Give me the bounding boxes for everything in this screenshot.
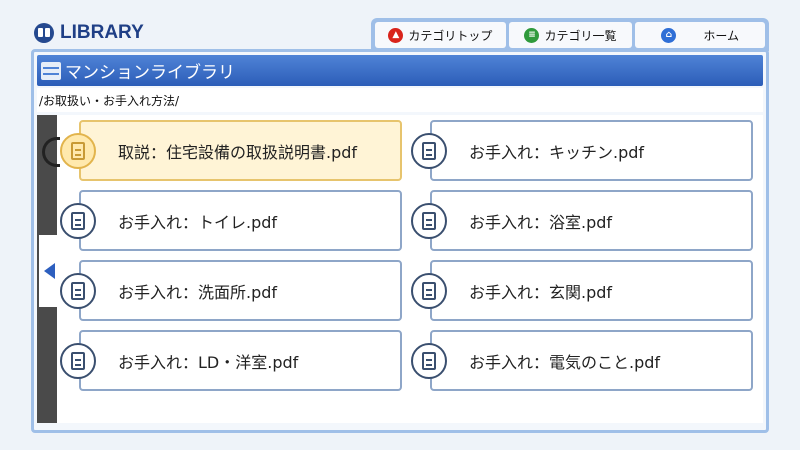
- file-label: 取説：住宅設備の取扱説明書.pdf: [118, 142, 358, 162]
- file-label: お手入れ：LD・洋室.pdf: [118, 352, 299, 372]
- app-logo: LIBRARY: [34, 22, 144, 44]
- library-panel: マンションライブラリ /お取扱い・お手入れ方法/ 取説：住宅設備の取扱説明書.p…: [31, 49, 769, 433]
- previous-page-button[interactable]: [39, 235, 59, 307]
- file-tile[interactable]: お手入れ：トイレ.pdf: [60, 190, 402, 251]
- document-icon: [411, 203, 447, 239]
- list-icon: ≡: [524, 27, 540, 43]
- file-tile[interactable]: お手入れ：玄関.pdf: [411, 260, 753, 321]
- file-tile[interactable]: お手入れ：洗面所.pdf: [60, 260, 402, 321]
- up-arrow-icon: ▲: [388, 27, 404, 43]
- home-button[interactable]: ⌂ ホーム: [635, 22, 765, 48]
- file-tile[interactable]: お手入れ：キッチン.pdf: [411, 120, 753, 181]
- file-label: お手入れ：浴室.pdf: [469, 212, 613, 232]
- category-top-button[interactable]: ▲ カテゴリトップ: [375, 22, 506, 48]
- file-label: お手入れ：電気のこと.pdf: [469, 352, 661, 372]
- document-icon: [60, 273, 96, 309]
- left-arrow-icon: [43, 263, 55, 279]
- previous-page-peek: [42, 137, 60, 167]
- document-icon: [60, 133, 96, 169]
- breadcrumb: /お取扱い・お手入れ方法/: [37, 88, 763, 112]
- file-tile[interactable]: お手入れ：LD・洋室.pdf: [60, 330, 402, 391]
- file-tile[interactable]: お手入れ：浴室.pdf: [411, 190, 753, 251]
- book-icon: [34, 23, 54, 43]
- home-icon: ⌂: [661, 27, 677, 43]
- document-icon: [411, 273, 447, 309]
- category-list-button[interactable]: ≡ カテゴリ一覧: [508, 22, 633, 48]
- document-icon: [411, 343, 447, 379]
- app-title: LIBRARY: [60, 22, 144, 43]
- panel-title-bar: マンションライブラリ: [37, 55, 763, 86]
- file-label: お手入れ：キッチン.pdf: [469, 142, 645, 162]
- panel-title: マンションライブラリ: [65, 63, 235, 83]
- document-icon: [411, 133, 447, 169]
- home-label: ホーム: [703, 28, 739, 43]
- category-top-label: カテゴリトップ: [408, 28, 493, 43]
- document-icon: [60, 343, 96, 379]
- file-list-area: 取説：住宅設備の取扱説明書.pdf お手入れ：キッチン.pdf お手入れ：トイレ…: [37, 115, 763, 423]
- file-tile[interactable]: 取説：住宅設備の取扱説明書.pdf: [60, 120, 402, 181]
- file-label: お手入れ：トイレ.pdf: [118, 212, 278, 232]
- category-list-label: カテゴリ一覧: [544, 28, 617, 43]
- file-label: お手入れ：玄関.pdf: [469, 282, 613, 302]
- top-navigation: ▲ カテゴリトップ ≡ カテゴリ一覧 ⌂ ホーム: [371, 18, 769, 51]
- document-icon: [60, 203, 96, 239]
- file-tile[interactable]: お手入れ：電気のこと.pdf: [411, 330, 753, 391]
- cabinet-icon: [41, 61, 61, 80]
- file-label: お手入れ：洗面所.pdf: [118, 282, 278, 302]
